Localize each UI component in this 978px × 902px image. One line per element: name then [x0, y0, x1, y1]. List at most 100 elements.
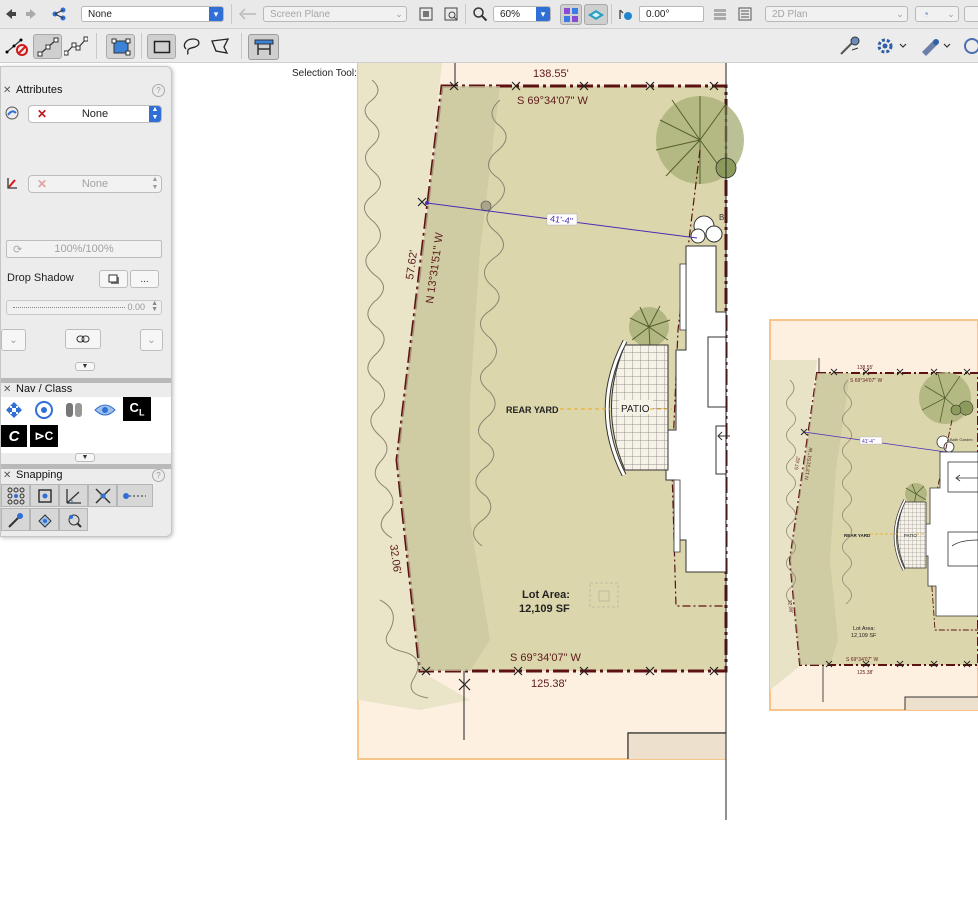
- stacked-layers-icon[interactable]: [711, 5, 729, 23]
- select-similar-icon[interactable]: [916, 35, 954, 57]
- render-mode-select[interactable]: ◔ ⌄: [915, 6, 959, 22]
- nav-class-title: Nav / Class: [16, 383, 73, 395]
- snap-edge-icon[interactable]: [59, 508, 88, 531]
- tree-top-right: [655, 96, 744, 184]
- sheet-list-icon[interactable]: [736, 5, 754, 23]
- plane-arrow-icon: [237, 6, 259, 22]
- polygon-marquee-icon[interactable]: [206, 34, 233, 57]
- snap-angle-icon[interactable]: [59, 484, 88, 507]
- interactive-scaling-icon[interactable]: [106, 34, 135, 59]
- fill-select-value: None: [81, 108, 109, 120]
- multiple-objects-mode-icon[interactable]: [62, 34, 89, 57]
- navigation-icon[interactable]: [1, 399, 27, 421]
- snap-grid-icon[interactable]: [1, 484, 30, 507]
- disable-selection-icon[interactable]: [4, 35, 30, 57]
- close-icon[interactable]: ✕: [3, 470, 11, 481]
- view-select[interactable]: 2D Plan ⌄: [765, 6, 908, 22]
- snap-tangent-icon[interactable]: [1, 508, 30, 531]
- zoom-value: 60%: [500, 8, 521, 20]
- snap-object-icon[interactable]: [30, 484, 59, 507]
- back-arrow-icon[interactable]: [2, 6, 18, 22]
- attributes-title: Attributes: [16, 84, 63, 96]
- mini-patio-label: PATIO: [904, 533, 917, 538]
- fit-to-objects-icon[interactable]: [417, 5, 435, 23]
- saved-view-icon[interactable]: [92, 399, 118, 421]
- layer-grid-icon[interactable]: [560, 4, 582, 25]
- class-icon[interactable]: C: [1, 425, 27, 447]
- rotation-field[interactable]: 0.00°: [639, 6, 704, 22]
- select-in-groups-icon[interactable]: [248, 34, 279, 60]
- view-toolbar: None ▾ Screen Plane ⌄ 60% ▾ 0.00° 2D Pla: [0, 0, 978, 29]
- mini-dim-top: 138.55': [857, 365, 873, 371]
- mini-bearing-top: S 69°34'07" W: [850, 378, 883, 384]
- help-icon[interactable]: ?: [152, 83, 165, 97]
- pen-style-icon[interactable]: [4, 175, 20, 191]
- mini-lot-area-label: Lot Area:: [853, 626, 875, 632]
- no-pen-icon: ✕: [37, 177, 48, 191]
- lot-area-label: Lot Area:: [522, 589, 570, 601]
- mini-plant-label: Bath Garden: [950, 437, 973, 442]
- snap-intersection-icon[interactable]: [88, 484, 117, 507]
- snapping-title: Snapping: [16, 469, 63, 481]
- mini-bearing-bottom: S 69°34'07" W: [846, 657, 879, 663]
- mini-dim-bottom: 125.38': [857, 670, 873, 676]
- projection-select[interactable]: [964, 6, 978, 22]
- collapse-icon[interactable]: ▼: [75, 453, 95, 462]
- stepper-icon: ▲ ▼: [151, 300, 158, 313]
- plane-select-value: Screen Plane: [270, 8, 331, 20]
- single-object-mode-icon[interactable]: [33, 34, 62, 59]
- opacity-icon: ⟳: [13, 243, 23, 256]
- close-icon[interactable]: ✕: [3, 85, 11, 96]
- mini-dim-diagonal: 41'-4": [862, 439, 875, 445]
- chevron-down-icon: ⌄: [395, 8, 403, 19]
- layer-stack-icon[interactable]: [61, 399, 87, 421]
- pen-select[interactable]: ✕ None ▲ ▼: [28, 175, 162, 193]
- tool-preferences-icon[interactable]: [872, 35, 910, 57]
- plane-select[interactable]: Screen Plane ⌄: [263, 6, 407, 22]
- snap-distance-icon[interactable]: [117, 484, 153, 507]
- nav-class-header: ✕ Nav / Class: [1, 380, 171, 398]
- collapse-icon[interactable]: ▼: [75, 362, 95, 371]
- snap-surface-icon[interactable]: [30, 508, 59, 531]
- close-icon[interactable]: ✕: [3, 384, 11, 395]
- custom-selection-icon[interactable]: [960, 35, 978, 57]
- snapping-header: ✕ Snapping ?: [1, 466, 171, 484]
- drop-shadow-more-button[interactable]: ...: [130, 270, 159, 288]
- right-menu-button[interactable]: ⌄: [140, 329, 163, 351]
- sheet-layer-icon[interactable]: [584, 4, 608, 25]
- fill-style-icon[interactable]: [4, 105, 20, 121]
- stepper-icon: ▲ ▼: [149, 106, 161, 122]
- stepper-icon: ▲ ▼: [151, 176, 159, 191]
- fit-to-page-icon[interactable]: [442, 5, 460, 23]
- link-icon: [76, 335, 90, 343]
- slider-value: 0.00: [127, 302, 145, 312]
- eyedropper-tool-icon[interactable]: [836, 35, 864, 57]
- help-icon[interactable]: ?: [152, 468, 165, 482]
- rotate-plan-icon[interactable]: [616, 5, 634, 23]
- plant-label: B: [719, 213, 724, 222]
- active-class-icon[interactable]: ⊳C: [30, 425, 58, 447]
- class-select[interactable]: None ▾: [81, 6, 224, 22]
- dim-top: 138.55': [533, 68, 569, 80]
- pen-select-value: None: [81, 178, 109, 190]
- opacity-field[interactable]: ⟳ 100%/100%: [6, 240, 162, 258]
- chevron-down-icon: ▾: [209, 7, 223, 21]
- class-visibility-icon[interactable]: [31, 399, 57, 421]
- drop-shadow-toggle[interactable]: [99, 270, 128, 288]
- zoom-icon[interactable]: [471, 5, 489, 23]
- chevron-down-icon: ⌄: [947, 8, 955, 19]
- shadow-slider[interactable]: 0.00 ▲ ▼: [6, 300, 162, 315]
- zoom-select[interactable]: 60% ▾: [493, 6, 551, 22]
- rectangular-marquee-icon[interactable]: [147, 34, 176, 59]
- bearing-bottom: S 69°34'07" W: [510, 652, 582, 664]
- fill-select[interactable]: ✕ None ▲ ▼: [28, 105, 162, 123]
- forward-arrow-icon[interactable]: [24, 6, 40, 22]
- lasso-marquee-icon[interactable]: [178, 34, 205, 57]
- class-layer-toggle-icon[interactable]: CL: [123, 397, 151, 421]
- mini-lot-area-value: 12,109 SF: [851, 633, 877, 639]
- class-hierarchy-icon[interactable]: [50, 5, 68, 23]
- rotation-value: 0.00°: [646, 8, 670, 20]
- left-menu-button[interactable]: ⌄: [1, 329, 26, 351]
- link-button[interactable]: [65, 329, 101, 349]
- tool-mode-bar: Selection Tool: Rectangular Marquee Mode: [0, 29, 978, 79]
